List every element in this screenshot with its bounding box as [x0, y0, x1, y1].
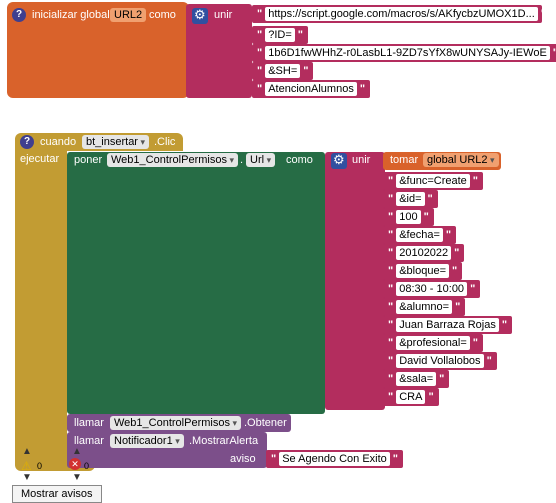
init-global-label: inicializar global: [32, 9, 110, 21]
string-block[interactable]: " Juan Barraza Rojas ": [383, 316, 513, 334]
call1-component-dropdown[interactable]: Web1_ControlPermisos: [110, 416, 241, 430]
string-value[interactable]: &fecha=: [396, 228, 443, 242]
string-block[interactable]: " CRA ": [383, 388, 439, 406]
string-block[interactable]: " &profesional= ": [383, 334, 484, 352]
string-value[interactable]: Se Agendo Con Exito: [279, 452, 390, 466]
string-value[interactable]: &func=Create: [396, 174, 470, 188]
string-block-sh[interactable]: " &SH= ": [252, 62, 314, 80]
call1-label: llamar: [74, 417, 104, 429]
warning-icon: ⚠: [21, 459, 32, 473]
string-block[interactable]: " &id= ": [383, 190, 438, 208]
help-icon-event[interactable]: ?: [20, 135, 34, 149]
call2-component-dropdown[interactable]: Notificador1: [110, 434, 184, 448]
set-property-dropdown[interactable]: Url: [246, 153, 276, 167]
error-down-arrow[interactable]: ▼: [72, 472, 82, 483]
warning-down-arrow[interactable]: ▼: [22, 472, 32, 483]
get-var-dropdown[interactable]: global URL2: [423, 153, 499, 167]
string-block-aviso[interactable]: " Se Agendo Con Exito ": [266, 450, 404, 468]
string-block[interactable]: " 100 ": [383, 208, 434, 226]
string-value[interactable]: https://script.google.com/macros/s/AKfyc…: [265, 7, 538, 21]
string-block-sheet-id[interactable]: " 1b6D1fwWHhZ-r0LasbL1-9ZD7sYfX8wUNYSAJy-…: [252, 44, 556, 62]
string-value[interactable]: CRA: [396, 390, 426, 404]
call2-method-label: .MostrarAlerta: [189, 435, 259, 447]
set-label: poner: [74, 154, 103, 166]
string-block-id[interactable]: " ?ID= ": [252, 26, 308, 44]
string-block-url[interactable]: " https://script.google.com/macros/s/AKfy…: [252, 5, 546, 23]
event-block-body[interactable]: [15, 151, 67, 459]
string-block[interactable]: " 08:30 - 10:00 ": [383, 280, 481, 298]
string-value[interactable]: &profesional=: [396, 336, 470, 350]
string-block[interactable]: " David Vollalobos ": [383, 352, 497, 370]
string-value[interactable]: David Vollalobos: [396, 354, 484, 368]
string-value[interactable]: 20102022: [396, 246, 452, 260]
join-block-event[interactable]: [325, 152, 385, 410]
global-como-label: como: [149, 9, 176, 21]
error-up-arrow[interactable]: ▲: [72, 446, 82, 457]
get-label: tomar: [390, 154, 419, 166]
question-icon[interactable]: ?: [12, 8, 26, 22]
global-var-name-field[interactable]: URL2: [110, 8, 147, 22]
string-value[interactable]: &sala=: [396, 372, 437, 386]
gear-icon[interactable]: [192, 7, 208, 27]
string-block[interactable]: " &bloque= ": [383, 262, 463, 280]
call1-method-label: .Obtener: [244, 417, 287, 429]
event-component-dropdown[interactable]: bt_insertar: [82, 135, 150, 149]
string-value[interactable]: &bloque=: [396, 264, 450, 278]
dot-separator: .: [240, 154, 244, 166]
join-label-event: unir: [352, 154, 371, 166]
warning-up-arrow[interactable]: ▲: [22, 446, 32, 457]
event-name-label: .Clic: [154, 136, 176, 148]
aviso-label: aviso: [230, 453, 256, 465]
when-label: cuando: [40, 136, 77, 148]
string-block[interactable]: " &alumno= ": [383, 298, 466, 316]
string-value[interactable]: ?ID=: [265, 28, 295, 42]
warning-count: 0: [37, 461, 43, 471]
string-value[interactable]: AtencionAlumnos: [265, 82, 357, 96]
string-block[interactable]: " &fecha= ": [383, 226, 457, 244]
set-como-label: como: [286, 154, 313, 166]
string-block-sheet-name[interactable]: " AtencionAlumnos ": [252, 80, 371, 98]
string-value[interactable]: Juan Barraza Rojas: [396, 318, 499, 332]
string-value[interactable]: 08:30 - 10:00: [396, 282, 468, 296]
string-value[interactable]: 100: [396, 210, 421, 224]
string-value[interactable]: &id=: [396, 192, 425, 206]
set-property-block[interactable]: [67, 152, 325, 414]
string-block[interactable]: " 20102022 ": [383, 244, 465, 262]
set-component-dropdown[interactable]: Web1_ControlPermisos: [107, 153, 238, 167]
string-value[interactable]: 1b6D1fwWHhZ-r0LasbL1-9ZD7sYfX8wUNYSAJy-I…: [265, 46, 550, 60]
join-label-global: unir: [214, 9, 233, 21]
string-value[interactable]: &alumno=: [396, 300, 453, 314]
question-icon[interactable]: ?: [20, 135, 34, 149]
gear-icon[interactable]: [331, 152, 347, 172]
string-value[interactable]: &SH=: [265, 64, 301, 78]
help-icon-global[interactable]: ?: [12, 8, 26, 22]
error-count: 0: [84, 461, 90, 471]
error-icon: ✕: [69, 458, 81, 470]
show-warnings-button[interactable]: Mostrar avisos: [12, 485, 102, 503]
do-label: ejecutar: [20, 153, 60, 165]
string-block[interactable]: " &func=Create ": [383, 172, 484, 190]
string-block[interactable]: " &sala= ": [383, 370, 450, 388]
